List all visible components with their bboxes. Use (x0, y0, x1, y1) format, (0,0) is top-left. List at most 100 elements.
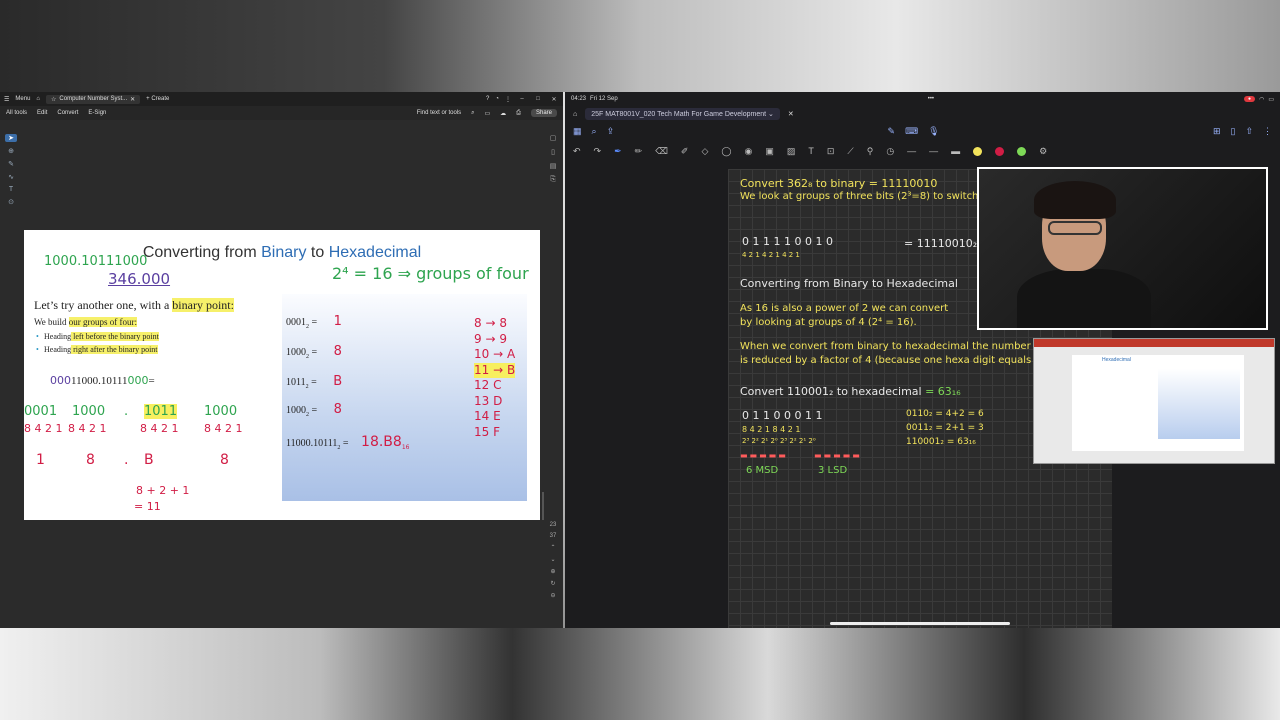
page-up-icon[interactable]: ⌃ (550, 544, 555, 551)
stroke-thin[interactable]: — (907, 146, 916, 156)
hw-group-4: 1000 (204, 404, 238, 419)
menu-esign[interactable]: E-Sign (88, 110, 106, 116)
close-window-icon[interactable]: ✕ (549, 96, 559, 103)
note-sum-1: 0110₂ = 4+2 = 6 (906, 409, 984, 419)
microphone-icon[interactable]: 🎙 (928, 126, 939, 137)
note-paragraph-4: is reduced by a factor of 4 (because one… (740, 355, 1041, 366)
hex-map-12: 12 C (474, 378, 502, 392)
lasso-icon[interactable]: ◯ (721, 146, 731, 157)
stroke-thick[interactable]: ▬ (951, 146, 960, 156)
home-icon[interactable]: ⌂ (36, 96, 40, 102)
close-doc-icon[interactable]: ✕ (788, 110, 794, 118)
bookmark-icon[interactable]: ▯ (1231, 126, 1236, 137)
comment-icon[interactable]: ▢ (550, 134, 557, 142)
pen-tool-icon[interactable]: ✎ (8, 160, 14, 168)
webcam-overlay (977, 167, 1268, 330)
bullet-left: Heading left before the binary point (36, 332, 284, 341)
export-icon[interactable]: ⇧ (1245, 126, 1253, 137)
home-icon[interactable]: ⌂ (573, 111, 577, 118)
menu-all-tools[interactable]: All tools (6, 110, 27, 116)
ruler-icon[interactable]: ⟋ (847, 146, 853, 157)
stamp-tool-icon[interactable]: ⊙ (8, 198, 14, 206)
menu-edit[interactable]: Edit (37, 110, 47, 116)
clock-date: Fri 12 Sep (590, 96, 618, 102)
search-icon[interactable]: ⌕ (471, 110, 474, 117)
undo-icon[interactable]: ↶ (573, 146, 581, 157)
page-down-icon[interactable]: ⌄ (550, 556, 555, 563)
slide-text-block: Let’s try another one, with a binary poi… (34, 298, 284, 354)
pdf-menubar: All tools Edit Convert E-Sign Find text … (0, 106, 563, 120)
eyedropper-icon[interactable]: ⚲ (867, 146, 874, 157)
hex-map-11: 11 → B (474, 362, 516, 378)
share-arrow-icon[interactable]: ⇪ (607, 126, 615, 137)
note-sum-2: 0011₂ = 2+1 = 3 (906, 423, 984, 433)
zoom-tool-icon[interactable]: ⊕ (8, 147, 14, 155)
hw-group-dot: . (124, 404, 129, 419)
bookmark-icon[interactable]: ▯ (551, 148, 555, 156)
drawing-toolbar: ↶ ↷ ✒ ✏ ⌫ ✐ ◇ ◯ ◉ ▣ ▨ T ⊡ ⟋ ⚲ ◷ — — ▬ ⚙ (565, 140, 1280, 162)
home-indicator[interactable] (830, 622, 1010, 625)
zoom-in-icon[interactable]: ⊕ (550, 568, 555, 575)
attachments-icon[interactable]: ⎘ (550, 176, 556, 184)
rotate-icon[interactable]: ↻ (550, 580, 555, 587)
settings-icon[interactable]: ⚙ (1039, 146, 1047, 157)
slide-problem: 00011000.10111000= (50, 374, 155, 387)
note-heading: Converting from Binary to Hexadecimal (740, 277, 958, 290)
hw-weights-3: 8 4 2 1 (140, 422, 179, 435)
share-button[interactable]: Share (530, 109, 557, 117)
shapes-icon[interactable]: ◇ (701, 146, 708, 157)
sticker-icon[interactable]: ▣ (765, 146, 774, 157)
close-tab-icon[interactable]: ✕ (130, 96, 135, 103)
scrollbar-thumb[interactable] (542, 492, 544, 520)
hex-map-13: 13 D (474, 393, 503, 408)
more-dots-icon[interactable]: ••• (928, 96, 934, 102)
find-tools-input[interactable]: Find text or tools (417, 110, 461, 116)
menu-label[interactable]: Menu (15, 96, 30, 102)
highlighter-icon[interactable]: ✐ (681, 146, 689, 157)
color-yellow-swatch[interactable] (973, 146, 983, 156)
document-tab[interactable]: 25F MAT8001V_020 Tech Math For Game Deve… (585, 108, 780, 120)
hw-sum-result: = 11 (134, 500, 161, 513)
thumbnail-ribbon (1034, 339, 1274, 347)
menu-convert[interactable]: Convert (57, 110, 78, 116)
redo-icon[interactable]: ↷ (594, 146, 602, 157)
create-button[interactable]: + Create (146, 96, 169, 102)
cloud-icon[interactable]: ☁ (500, 110, 506, 117)
bell-icon[interactable]: ◔ (495, 96, 499, 102)
apps-icon[interactable]: ⋮ (505, 96, 511, 103)
presenter-hair (1034, 181, 1116, 219)
pages-icon[interactable]: ▤ (550, 162, 557, 170)
search-icon[interactable]: ⌕ (592, 126, 597, 137)
text-icon[interactable]: T (808, 146, 814, 156)
pencil-mode-icon[interactable]: ✎ (888, 126, 896, 137)
grid-icon[interactable]: ▦ (573, 126, 582, 137)
help-icon[interactable]: ? (486, 96, 489, 102)
more-icon[interactable]: ⋮ (1263, 126, 1272, 137)
thumbnail-title: Hexadecimal (1102, 357, 1131, 363)
image-icon[interactable]: ▨ (787, 146, 796, 157)
zoom-out-icon[interactable]: ⊖ (550, 592, 555, 599)
minimize-icon[interactable]: – (517, 96, 527, 102)
stroke-medium[interactable]: — (929, 146, 938, 156)
text-tool-icon[interactable]: T (9, 186, 13, 193)
print-icon[interactable]: ⎙ (516, 110, 521, 117)
keyboard-icon[interactable]: ⌨ (905, 126, 918, 137)
hamburger-menu-icon[interactable]: ☰ (4, 96, 9, 103)
laser-icon[interactable]: ◉ (744, 146, 752, 157)
color-red-swatch[interactable] (995, 146, 1005, 156)
hw-digit-1: 1 (36, 452, 45, 468)
add-page-icon[interactable]: ⊞ (1213, 126, 1221, 137)
pencil-icon[interactable]: ✏ (635, 146, 643, 157)
color-green-swatch[interactable] (1017, 146, 1027, 156)
document-tab[interactable]: ☆ Computer Number Syst... ✕ (46, 94, 141, 104)
hw-digit-dot: . (124, 452, 129, 468)
page-current[interactable]: 23 (550, 522, 557, 528)
maximize-icon[interactable]: □ (533, 96, 543, 102)
draw-tool-icon[interactable]: ∿ (8, 173, 14, 181)
eraser-icon[interactable]: ⌫ (655, 146, 668, 157)
timer-icon[interactable]: ◷ (886, 146, 894, 157)
pen-icon[interactable]: ✒ (614, 146, 622, 157)
crop-icon[interactable]: ⊡ (827, 146, 835, 157)
select-tool-icon[interactable]: ➤ (5, 134, 17, 142)
save-icon[interactable]: ▭ (485, 110, 491, 117)
